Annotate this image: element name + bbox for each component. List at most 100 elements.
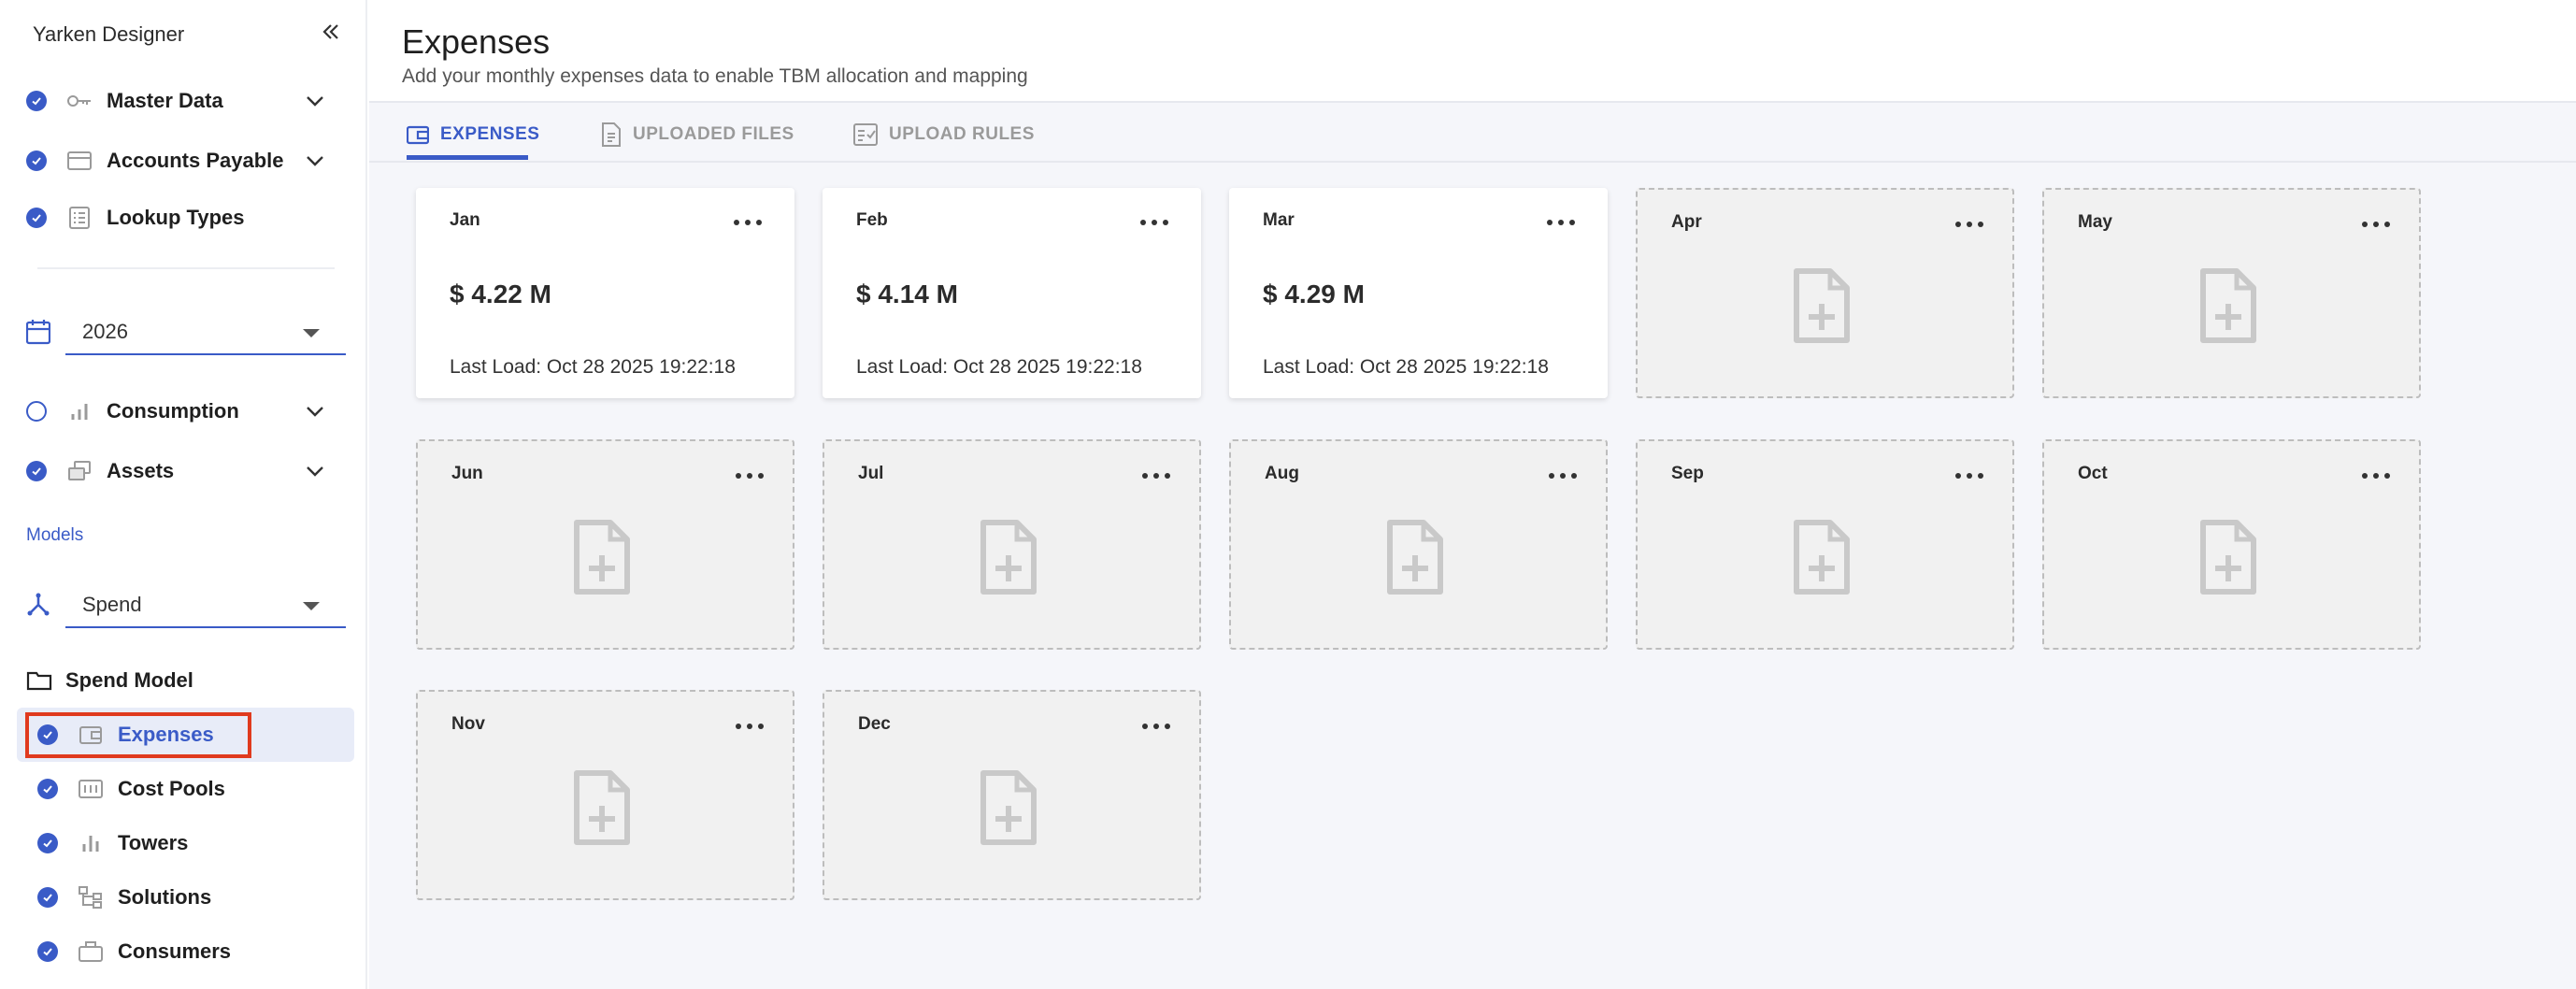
page-header: Expenses Add your monthly expenses data … <box>369 0 2576 103</box>
more-options-icon[interactable] <box>2362 469 2390 482</box>
list-icon <box>65 204 93 232</box>
more-options-icon[interactable] <box>2362 218 2390 231</box>
chevron-down-icon[interactable] <box>304 150 326 172</box>
more-options-icon[interactable] <box>736 720 764 733</box>
rules-icon <box>853 123 878 146</box>
card-month-label: Dec <box>858 714 891 734</box>
more-options-icon[interactable] <box>1142 469 1170 482</box>
add-file-icon[interactable] <box>1793 520 1851 595</box>
tab-upload-rules[interactable]: UPLOAD RULES <box>853 118 1035 151</box>
collapse-sidebar-icon[interactable] <box>318 19 344 45</box>
tab-expenses[interactable]: EXPENSES <box>407 118 539 151</box>
month-card-apr[interactable]: Apr <box>1636 188 2014 398</box>
network-icon <box>26 581 50 628</box>
card-last-load: Last Load: Oct 28 2025 19:22:18 <box>1263 356 1549 378</box>
month-card-jun[interactable]: Jun <box>416 439 794 650</box>
sidebar-item-solutions[interactable]: Solutions <box>37 879 211 916</box>
more-options-icon[interactable] <box>736 469 764 482</box>
more-options-icon[interactable] <box>1547 216 1575 229</box>
check-circle-icon <box>26 461 47 481</box>
month-card-jul[interactable]: Jul <box>823 439 1201 650</box>
add-file-icon[interactable] <box>2199 520 2257 595</box>
sidebar-item-label: Consumers <box>118 939 232 963</box>
sidebar-item-lookup-types[interactable]: Lookup Types <box>26 199 245 236</box>
tab-label: UPLOADED FILES <box>633 124 794 144</box>
sidebar-item-cost-pools[interactable]: Cost Pools <box>37 770 225 808</box>
add-file-icon[interactable] <box>1793 268 1851 343</box>
card-last-load: Last Load: Oct 28 2025 19:22:18 <box>450 356 736 378</box>
sidebar-item-master-data[interactable]: Master Data <box>26 82 223 120</box>
card-month-label: Oct <box>2078 464 2108 483</box>
card-month-label: Apr <box>1671 212 1702 232</box>
tab-bar: EXPENSES UPLOADED FILES UPLOAD RULES <box>369 105 2576 163</box>
add-file-icon[interactable] <box>1386 520 1444 595</box>
check-circle-icon <box>37 779 58 799</box>
models-section-label: Models <box>26 525 84 545</box>
month-card-feb[interactable]: Feb $ 4.14 M Last Load: Oct 28 2025 19:22:… <box>823 188 1201 398</box>
chevron-down-icon[interactable] <box>304 460 326 482</box>
more-options-icon[interactable] <box>1140 216 1168 229</box>
sidebar-item-label: Assets <box>107 459 175 482</box>
page-title: Expenses <box>402 22 551 61</box>
active-tab-indicator <box>407 155 528 160</box>
divider <box>37 267 335 269</box>
sidebar-item-assets[interactable]: Assets <box>26 452 174 490</box>
empty-circle-icon <box>26 401 47 422</box>
month-card-oct[interactable]: Oct <box>2042 439 2421 650</box>
card-amount: $ 4.14 M <box>856 280 958 308</box>
sidebar-item-towers[interactable]: Towers <box>37 824 188 862</box>
model-select[interactable]: Spend <box>65 581 346 628</box>
card-month-label: Nov <box>451 714 485 734</box>
add-file-icon[interactable] <box>573 520 631 595</box>
file-icon <box>602 122 621 147</box>
caret-down-icon <box>303 602 320 610</box>
check-circle-icon <box>37 833 58 853</box>
card-month-label: May <box>2078 212 2112 232</box>
more-options-icon[interactable] <box>1955 469 1983 482</box>
month-card-nov[interactable]: Nov <box>416 690 794 900</box>
calendar-icon <box>26 308 50 355</box>
check-circle-icon <box>26 208 47 228</box>
spend-model-folder[interactable]: Spend Model <box>26 662 193 699</box>
more-options-icon[interactable] <box>734 216 762 229</box>
sidebar-item-label: Master Data <box>107 89 223 112</box>
check-circle-icon <box>37 887 58 908</box>
month-card-sep[interactable]: Sep <box>1636 439 2014 650</box>
folder-icon <box>26 671 52 691</box>
card-last-load: Last Load: Oct 28 2025 19:22:18 <box>856 356 1142 378</box>
briefcase-icon <box>77 938 105 966</box>
tab-uploaded-files[interactable]: UPLOADED FILES <box>601 118 794 151</box>
month-card-jan[interactable]: Jan $ 4.22 M Last Load: Oct 28 2025 19:22:… <box>416 188 794 398</box>
sidebar-item-label: Lookup Types <box>107 206 245 229</box>
check-circle-icon <box>37 941 58 962</box>
year-select-value: 2026 <box>82 320 128 343</box>
pool-icon <box>77 775 105 803</box>
month-card-mar[interactable]: Mar $ 4.29 M Last Load: Oct 28 2025 19:22:… <box>1229 188 1608 398</box>
add-file-icon[interactable] <box>980 770 1038 845</box>
add-file-icon[interactable] <box>2199 268 2257 343</box>
month-card-may[interactable]: May <box>2042 188 2421 398</box>
sidebar-item-consumption[interactable]: Consumption <box>26 393 239 430</box>
month-card-dec[interactable]: Dec <box>823 690 1201 900</box>
key-icon <box>65 87 93 115</box>
sidebar-item-consumers[interactable]: Consumers <box>37 933 231 970</box>
add-file-icon[interactable] <box>980 520 1038 595</box>
sidebar-item-accounts-payable[interactable]: Accounts Payable <box>26 142 284 179</box>
more-options-icon[interactable] <box>1142 720 1170 733</box>
check-circle-icon <box>26 150 47 171</box>
add-file-icon[interactable] <box>573 770 631 845</box>
card-month-label: Jun <box>451 464 483 483</box>
selection-outline <box>25 712 251 758</box>
wallet-icon <box>407 125 429 145</box>
chevron-down-icon[interactable] <box>304 90 326 112</box>
year-select[interactable]: 2026 <box>65 308 346 355</box>
card-month-label: Aug <box>1265 464 1299 483</box>
chevron-down-icon[interactable] <box>304 400 326 423</box>
more-options-icon[interactable] <box>1955 218 1983 231</box>
sidebar-item-label: Towers <box>118 831 189 854</box>
month-card-aug[interactable]: Aug <box>1229 439 1608 650</box>
tab-label: EXPENSES <box>440 124 540 144</box>
stack-icon <box>65 457 93 485</box>
more-options-icon[interactable] <box>1549 469 1577 482</box>
main-content: Expenses Add your monthly expenses data … <box>369 0 2576 989</box>
